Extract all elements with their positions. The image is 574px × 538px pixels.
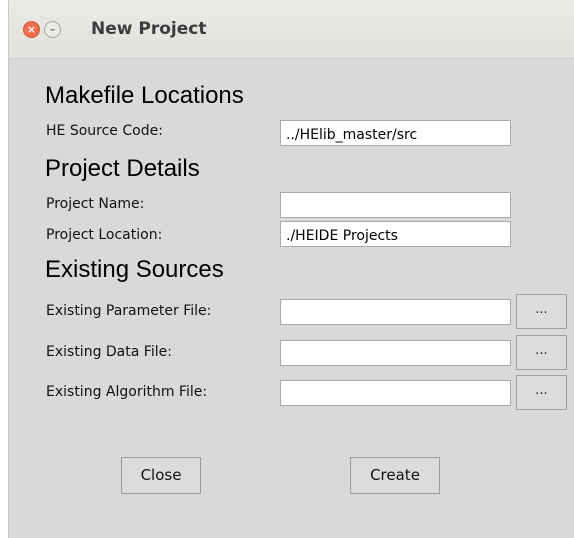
close-button[interactable]: Close [121, 457, 201, 494]
browse-algorithm-file-button[interactable]: ... [516, 375, 567, 410]
window-title: New Project [91, 19, 207, 39]
project-name-input[interactable] [280, 192, 511, 218]
existing-data-file-input[interactable] [280, 340, 511, 366]
existing-sources-heading: Existing Sources [45, 256, 224, 283]
existing-data-file-label: Existing Data File: [46, 344, 172, 360]
existing-algorithm-file-label: Existing Algorithm File: [46, 384, 208, 400]
project-details-heading: Project Details [45, 155, 200, 182]
project-location-input[interactable] [280, 221, 511, 247]
new-project-window: × – New Project Makefile Locations HE So… [8, 0, 574, 538]
project-location-label: Project Location: [46, 227, 163, 243]
minimize-icon: – [49, 23, 56, 36]
window-close-button[interactable]: × [23, 21, 40, 38]
existing-parameter-file-input[interactable] [280, 299, 511, 325]
existing-algorithm-file-input[interactable] [280, 380, 511, 406]
existing-parameter-file-label: Existing Parameter File: [46, 303, 212, 319]
makefile-locations-heading: Makefile Locations [45, 82, 244, 109]
project-name-label: Project Name: [46, 196, 145, 212]
he-source-code-input[interactable] [280, 120, 511, 146]
he-source-code-label: HE Source Code: [46, 123, 163, 139]
title-bar: × – New Project [9, 0, 574, 59]
window-minimize-button[interactable]: – [44, 21, 61, 38]
browse-data-file-button[interactable]: ... [516, 335, 567, 370]
browse-parameter-file-button[interactable]: ... [516, 294, 567, 329]
close-icon: × [26, 23, 37, 36]
create-button[interactable]: Create [350, 457, 440, 494]
